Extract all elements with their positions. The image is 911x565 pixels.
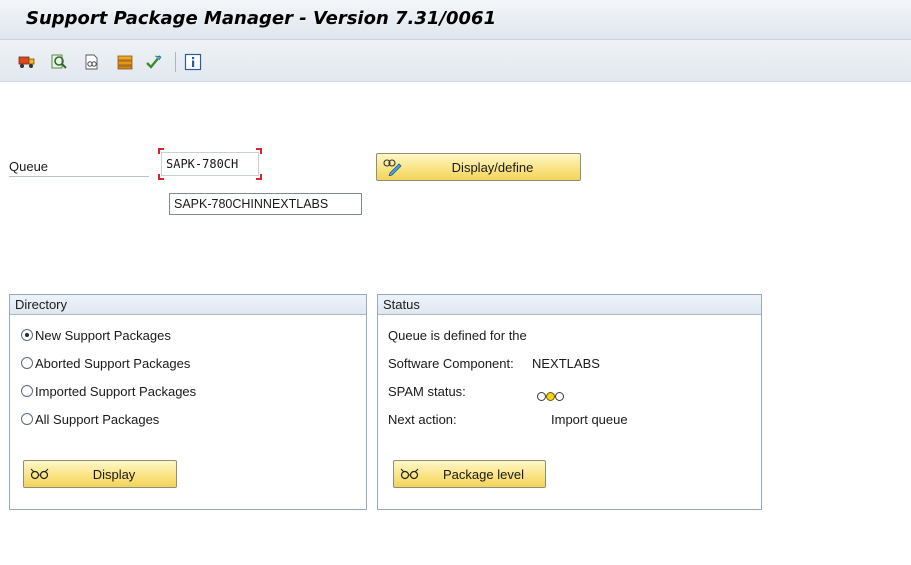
toolbar-separator (175, 52, 176, 72)
radio-button[interactable] (21, 329, 33, 341)
next-action-value: Import queue (551, 411, 628, 427)
display-button[interactable]: Display (23, 460, 177, 488)
application-toolbar (0, 40, 911, 82)
traffic-light-yellow-icon (546, 392, 555, 401)
radio-label: New Support Packages (35, 327, 171, 343)
radio-imported-support-packages[interactable]: Imported Support Packages (21, 382, 196, 400)
package-level-label: Package level (443, 466, 524, 482)
queue-input-value: SAPK-780CH (166, 157, 239, 171)
glasses-icon (398, 463, 422, 485)
radio-new-support-packages[interactable]: New Support Packages (21, 326, 171, 344)
package-level-button[interactable]: Package level (393, 460, 546, 488)
title-bar: Support Package Manager - Version 7.31/0… (0, 0, 911, 40)
queue-label: Queue (9, 159, 149, 177)
status-title: Status (378, 295, 761, 315)
directory-group: Directory New Support Packages Aborted S… (9, 294, 367, 510)
check-icon[interactable] (145, 53, 163, 71)
radio-label: All Support Packages (35, 411, 160, 427)
focus-corner (256, 174, 262, 180)
software-component-label: Software Component: (388, 355, 514, 371)
radio-button[interactable] (21, 357, 33, 369)
focus-corner (158, 148, 164, 154)
status-line-defined: Queue is defined for the (388, 327, 527, 343)
radio-aborted-support-packages[interactable]: Aborted Support Packages (21, 354, 190, 372)
traffic-light-off-icon (555, 392, 564, 401)
main-content: Queue SAPK-780CH SAPK-780CHINNEXTLABS Di… (0, 83, 911, 565)
display-define-icon (381, 156, 405, 178)
spam-status-label: SPAM status: (388, 383, 466, 399)
transport-icon[interactable] (18, 53, 36, 71)
software-component-value: NEXTLABS (532, 355, 600, 371)
focus-corner (256, 148, 262, 154)
find-icon[interactable] (50, 53, 68, 71)
radio-all-support-packages[interactable]: All Support Packages (21, 410, 159, 428)
document-display-icon[interactable] (83, 53, 101, 71)
info-icon[interactable] (184, 53, 202, 71)
display-button-label: Display (92, 466, 136, 482)
directory-title: Directory (10, 295, 366, 315)
queue-input[interactable]: SAPK-780CH (158, 148, 262, 180)
radio-label: Imported Support Packages (35, 383, 197, 399)
spam-status-lights (537, 392, 564, 401)
queue-suggestion[interactable]: SAPK-780CHINNEXTLABS (169, 193, 362, 215)
radio-label: Aborted Support Packages (35, 355, 191, 371)
display-define-button[interactable]: Display/define (376, 153, 581, 181)
page-title: Support Package Manager - Version 7.31/0… (26, 8, 497, 29)
status-group: Status Queue is defined for the Software… (377, 294, 762, 510)
radio-button[interactable] (21, 385, 33, 397)
traffic-light-off-icon (537, 392, 546, 401)
glasses-icon (28, 463, 52, 485)
display-define-label: Display/define (451, 159, 534, 175)
package-icon[interactable] (116, 53, 134, 71)
next-action-label: Next action: (388, 411, 457, 427)
radio-button[interactable] (21, 413, 33, 425)
focus-corner (158, 174, 164, 180)
